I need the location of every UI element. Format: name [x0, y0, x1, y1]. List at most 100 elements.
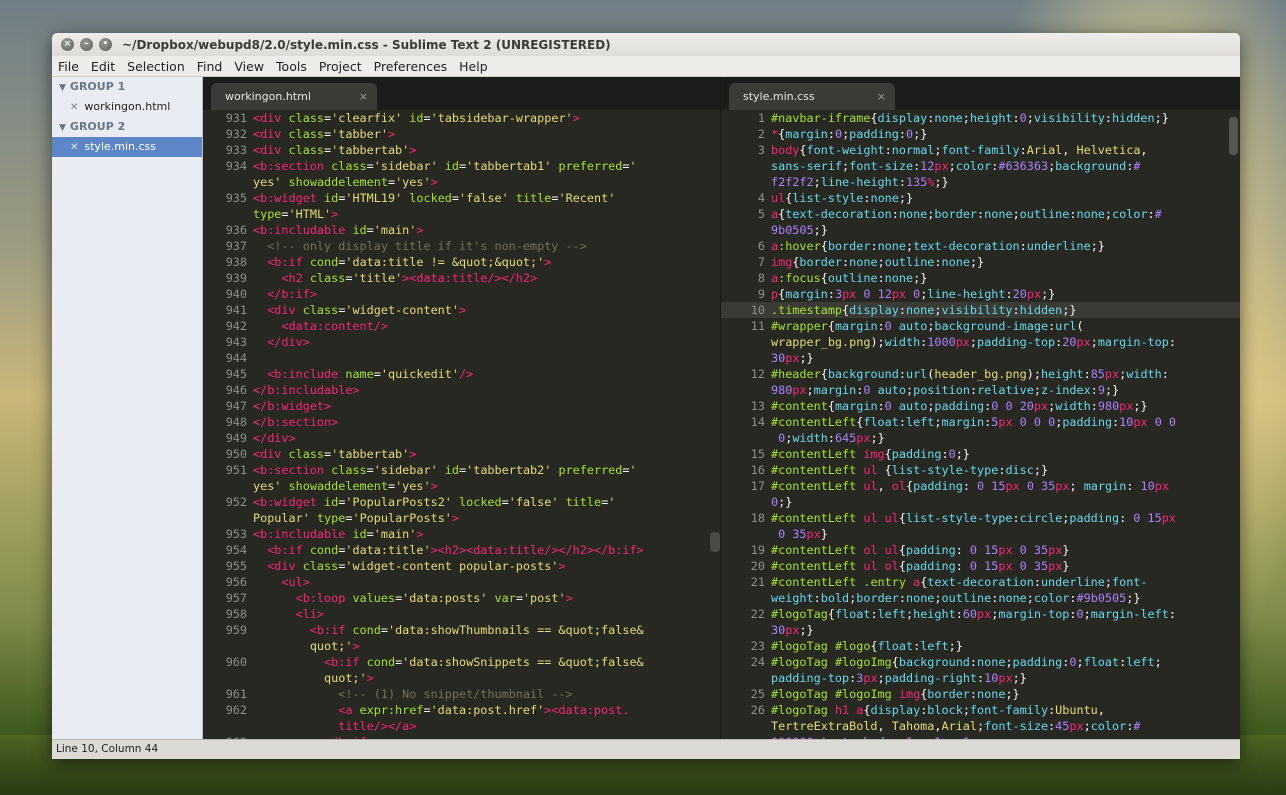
- code-line[interactable]: 22 #logoTag{float:left;height:60px;margin…: [721, 606, 1240, 622]
- code-line[interactable]: 959 <b:if cond='data:showThumbnails == &…: [203, 622, 720, 638]
- code-line[interactable]: 8 a:focus{outline:none;}: [721, 270, 1240, 286]
- code-line[interactable]: 16 #contentLeft ul {list-style-type:disc;…: [721, 462, 1240, 478]
- code-line[interactable]: 951 <b:section class='sidebar' id='tabber…: [203, 462, 720, 478]
- code-line[interactable]: 1 #navbar-iframe{display:none;height:0;vi…: [721, 110, 1240, 126]
- code-line[interactable]: 980px;margin:0 auto;position:relative;z-…: [721, 382, 1240, 398]
- code-line[interactable]: 0;}: [721, 494, 1240, 510]
- group-header[interactable]: ▼ GROUP 1: [52, 77, 202, 97]
- code-line[interactable]: 950 <div class='tabbertab'>: [203, 446, 720, 462]
- menu-selection[interactable]: Selection: [121, 59, 191, 74]
- code-line[interactable]: 962 <a expr:href='data:post.href'><data:…: [203, 702, 720, 718]
- code-line[interactable]: 947 </b:widget>: [203, 398, 720, 414]
- code-line[interactable]: wrapper_bg.png);width:1000px;padding-top…: [721, 334, 1240, 350]
- code-line[interactable]: 949 </div>: [203, 430, 720, 446]
- close-file-icon[interactable]: ✕: [70, 142, 78, 153]
- code-line[interactable]: 935 <b:widget id='HTML19' locked='false' …: [203, 190, 720, 206]
- code-line[interactable]: 7 img{border:none;outline:none;}: [721, 254, 1240, 270]
- code-line[interactable]: 960 <b:if cond='data:showSnippets == &qu…: [203, 654, 720, 670]
- code-line[interactable]: TertreExtraBold, Tahoma,Arial;font-size:…: [721, 718, 1240, 734]
- code-line[interactable]: 943 </div>: [203, 334, 720, 350]
- code-line[interactable]: 17 #contentLeft ul, ol{padding: 0 15px 0 …: [721, 478, 1240, 494]
- code-line[interactable]: 9 p{margin:3px 0 12px 0;line-height:20px;…: [721, 286, 1240, 302]
- vertical-scrollbar-thumb[interactable]: [1229, 117, 1238, 155]
- code-line[interactable]: sans-serif;font-size:12px;color:#636363;…: [721, 158, 1240, 174]
- menu-preferences[interactable]: Preferences: [368, 59, 454, 74]
- sidebar-file-style[interactable]: ✕ style.min.css: [52, 137, 202, 157]
- code-line[interactable]: weight:bold;border:none;outline:none;col…: [721, 590, 1240, 606]
- code-line[interactable]: 940 </b:if>: [203, 286, 720, 302]
- code-line[interactable]: 953 <b:includable id='main'>: [203, 526, 720, 542]
- code-line[interactable]: 0 35px}: [721, 526, 1240, 542]
- code-line[interactable]: Popular' type='PopularPosts'>: [203, 510, 720, 526]
- code-line[interactable]: 3 body{font-weight:normal;font-family:Ari…: [721, 142, 1240, 158]
- tab-workingon[interactable]: workingon.html ×: [211, 83, 377, 110]
- code-line[interactable]: 30px;}: [721, 350, 1240, 366]
- code-line[interactable]: f2f2f2;line-height:135%;}: [721, 174, 1240, 190]
- code-line[interactable]: 939 <h2 class='title'><data:title/></h2>: [203, 270, 720, 286]
- code-line[interactable]: 14 #contentLeft{float:left;margin:5px 0 0…: [721, 414, 1240, 430]
- code-line[interactable]: 933 <div class='tabbertab'>: [203, 142, 720, 158]
- code-line[interactable]: title/></a>: [203, 718, 720, 734]
- code-line[interactable]: 15 #contentLeft img{padding:0;}: [721, 446, 1240, 462]
- sidebar-file-workingon[interactable]: ✕ workingon.html: [52, 97, 202, 117]
- menu-file[interactable]: File: [52, 59, 85, 74]
- code-line[interactable]: 6 a:hover{border:none;text-decoration:und…: [721, 238, 1240, 254]
- menu-edit[interactable]: Edit: [85, 59, 121, 74]
- code-line[interactable]: 13 #content{margin:0 auto;padding:0 0 20p…: [721, 398, 1240, 414]
- code-line[interactable]: 932 <div class='tabber'>: [203, 126, 720, 142]
- close-window-icon[interactable]: ×: [61, 38, 74, 51]
- code-line[interactable]: 5 a{text-decoration:none;border:none;outl…: [721, 206, 1240, 222]
- code-view[interactable]: 1 #navbar-iframe{display:none;height:0;vi…: [721, 110, 1240, 740]
- menu-help[interactable]: Help: [453, 59, 494, 74]
- code-line[interactable]: 945 <b:include name='quickedit'/>: [203, 366, 720, 382]
- code-line[interactable]: 30px;}: [721, 622, 1240, 638]
- code-line[interactable]: yes' showaddelement='yes'>: [203, 478, 720, 494]
- code-line[interactable]: yes' showaddelement='yes'>: [203, 174, 720, 190]
- tab-style[interactable]: style.min.css ×: [729, 83, 895, 110]
- menu-tools[interactable]: Tools: [270, 59, 313, 74]
- code-line[interactable]: 955 <div class='widget-content popular-p…: [203, 558, 720, 574]
- code-line[interactable]: 931 <div class='clearfix' id='tabsidebar-…: [203, 110, 720, 126]
- code-line[interactable]: 0;width:645px;}: [721, 430, 1240, 446]
- menu-view[interactable]: View: [228, 59, 270, 74]
- code-line[interactable]: 20 #contentLeft ul ol{padding: 0 15px 0 3…: [721, 558, 1240, 574]
- menu-find[interactable]: Find: [191, 59, 229, 74]
- code-line[interactable]: 961 <!-- (1) No snippet/thumbnail -->: [203, 686, 720, 702]
- group-header[interactable]: ▼ GROUP 2: [52, 117, 202, 137]
- code-line[interactable]: 948 </b:section>: [203, 414, 720, 430]
- code-line[interactable]: quot;'>: [203, 670, 720, 686]
- code-line[interactable]: 936 <b:includable id='main'>: [203, 222, 720, 238]
- close-tab-icon[interactable]: ×: [359, 83, 368, 110]
- minimize-window-icon[interactable]: –: [80, 38, 93, 51]
- code-line[interactable]: 25 #logoTag #logoImg img{border:none;}: [721, 686, 1240, 702]
- code-line[interactable]: 18 #contentLeft ul ul{list-style-type:cir…: [721, 510, 1240, 526]
- code-line[interactable]: 958 <li>: [203, 606, 720, 622]
- code-line[interactable]: 21 #contentLeft .entry a{text-decoration:…: [721, 574, 1240, 590]
- code-line[interactable]: 957 <b:loop values='data:posts' var='pos…: [203, 590, 720, 606]
- code-line[interactable]: 9b0505;}: [721, 222, 1240, 238]
- code-line[interactable]: 4 ul{list-style:none;}: [721, 190, 1240, 206]
- close-tab-icon[interactable]: ×: [877, 83, 886, 110]
- code-line[interactable]: 937 <!-- only display title if it's non-…: [203, 238, 720, 254]
- code-line[interactable]: 26 #logoTag h1 a{display:block;font-famil…: [721, 702, 1240, 718]
- close-file-icon[interactable]: ✕: [70, 102, 78, 113]
- code-line[interactable]: 944: [203, 350, 720, 366]
- code-view[interactable]: 931 <div class='clearfix' id='tabsidebar-…: [203, 110, 720, 740]
- code-line[interactable]: 941 <div class='widget-content'>: [203, 302, 720, 318]
- code-line[interactable]: 23 #logoTag #logo{float:left;}: [721, 638, 1240, 654]
- code-line[interactable]: 24 #logoTag #logoImg{background:none;padd…: [721, 654, 1240, 670]
- code-line[interactable]: 954 <b:if cond='data:title'><h2><data:ti…: [203, 542, 720, 558]
- code-line[interactable]: quot;'>: [203, 638, 720, 654]
- code-line[interactable]: 956 <ul>: [203, 574, 720, 590]
- code-line[interactable]: 934 <b:section class='sidebar' id='tabber…: [203, 158, 720, 174]
- menu-project[interactable]: Project: [313, 59, 368, 74]
- code-line[interactable]: 946 </b:includable>: [203, 382, 720, 398]
- maximize-window-icon[interactable]: •: [99, 38, 112, 51]
- code-line[interactable]: 952 <b:widget id='PopularPosts2' locked='…: [203, 494, 720, 510]
- code-line[interactable]: 2 *{margin:0;padding:0;}: [721, 126, 1240, 142]
- minimap-scroll-handle[interactable]: [710, 532, 720, 552]
- code-line[interactable]: 942 <data:content/>: [203, 318, 720, 334]
- code-line[interactable]: 11 #wrapper{margin:0 auto;background-imag…: [721, 318, 1240, 334]
- code-line[interactable]: 938 <b:if cond='data:title != &quot;&quo…: [203, 254, 720, 270]
- code-line[interactable]: padding-top:3px;padding-right:10px;}: [721, 670, 1240, 686]
